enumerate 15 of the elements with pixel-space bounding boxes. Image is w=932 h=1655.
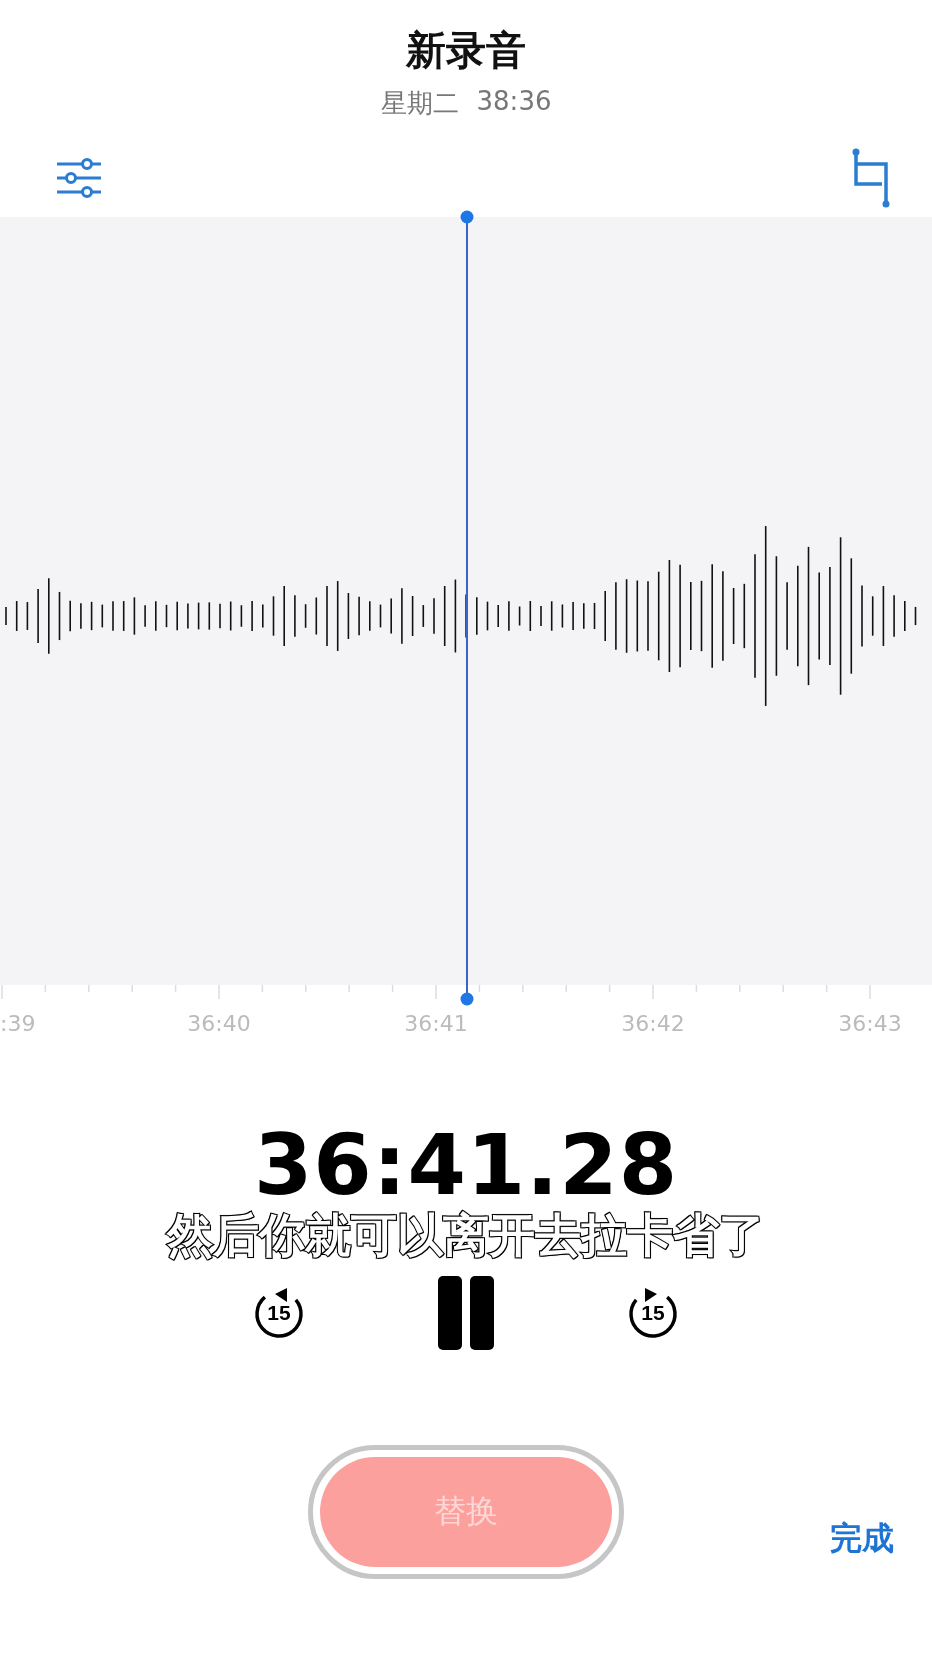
crop-icon[interactable] xyxy=(852,148,892,208)
timeline-label: 36:41 xyxy=(403,1011,469,1036)
playhead-handle[interactable] xyxy=(460,210,474,1006)
timeline-label: 36:40 xyxy=(186,1011,252,1036)
done-button[interactable]: 完成 xyxy=(830,1517,894,1561)
recording-day: 星期二 xyxy=(380,86,459,121)
settings-icon[interactable] xyxy=(55,158,103,198)
timeline-label: 36:42 xyxy=(620,1011,686,1036)
skip-back-button[interactable]: 15 xyxy=(249,1283,309,1343)
skip-forward-button[interactable]: 15 xyxy=(623,1283,683,1343)
recording-title: 新录音 xyxy=(406,26,526,75)
pause-icon[interactable] xyxy=(437,1275,495,1351)
timeline-label: 36:43 xyxy=(837,1011,903,1036)
recording-time: 38:36 xyxy=(476,86,552,118)
timeline-label: :39 xyxy=(0,1011,36,1036)
